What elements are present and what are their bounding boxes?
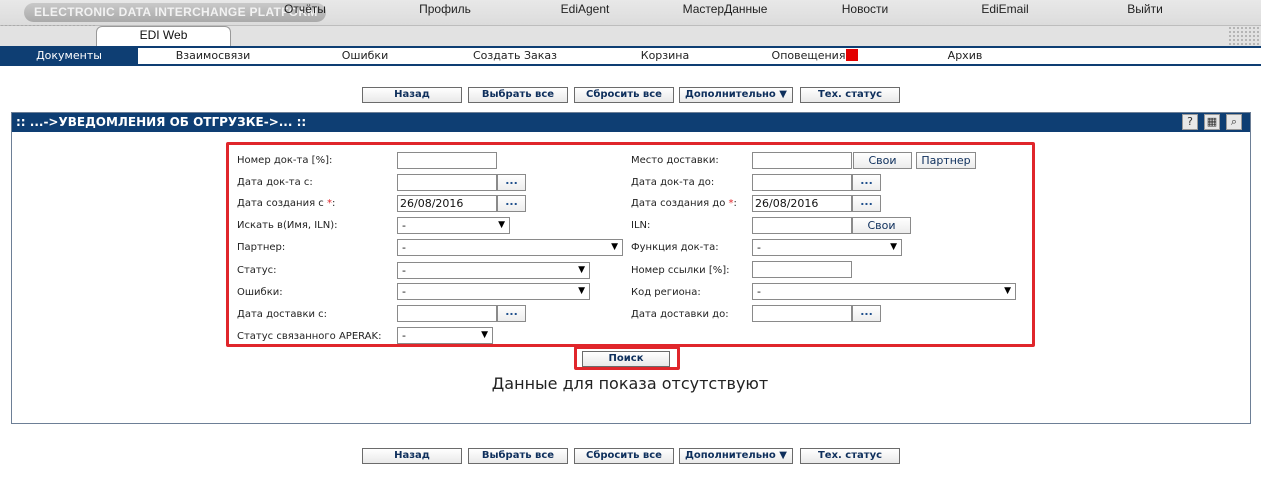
created-from-input[interactable]: 26/08/2016 — [397, 195, 497, 212]
panel-title: :: ...->УВЕДОМЛЕНИЯ ОБ ОТГРУЗКЕ->... :: — [12, 113, 1250, 132]
created-from-label: Дата создания с *: — [237, 198, 335, 209]
doc-date-to-picker-button[interactable]: ... — [852, 174, 881, 191]
iln-label: ILN: — [631, 220, 651, 231]
main-menu-item-profile[interactable]: Профиль — [380, 0, 510, 20]
status-select[interactable]: - ▼ — [397, 262, 590, 279]
created-from-picker-button[interactable]: ... — [497, 195, 526, 212]
doc-date-to-label: Дата док-та до: — [631, 177, 715, 188]
region-code-label: Код региона: — [631, 287, 701, 298]
partner-value: - — [402, 241, 406, 254]
dropdown-arrow-icon: ▼ — [890, 242, 897, 252]
sub-menu-item-documents[interactable]: Документы — [0, 46, 138, 66]
dropdown-arrow-icon: ▼ — [1004, 286, 1011, 296]
sub-menu-item-errors[interactable]: Ошибки — [300, 46, 430, 66]
sub-menu-item-relations[interactable]: Взаимосвязи — [148, 46, 278, 66]
main-menu-item-logout[interactable]: Выйти — [1080, 0, 1210, 20]
back-button[interactable]: Назад — [362, 87, 462, 103]
more-dropdown-button-bottom[interactable]: Дополнительно ▼ — [679, 448, 793, 464]
sub-menu-item-create-order[interactable]: Создать Заказ — [450, 46, 580, 66]
dropdown-arrow-icon: ▼ — [578, 265, 585, 275]
tech-status-button[interactable]: Тех. статус — [800, 87, 900, 103]
search-in-select[interactable]: - ▼ — [397, 217, 510, 234]
main-menu-item-news[interactable]: Новости — [800, 0, 930, 20]
delivery-place-partner-button[interactable]: Партнер — [916, 152, 976, 169]
decorative-dots-right — [1228, 26, 1261, 46]
back-button-bottom[interactable]: Назад — [362, 448, 462, 464]
created-to-label-text: Дата создания до — [631, 198, 729, 209]
search-in-label: Искать в(Имя, ILN): — [237, 220, 338, 231]
delivery-date-from-input[interactable] — [397, 305, 497, 322]
main-menu-item-ediemail[interactable]: EdiEmail — [940, 0, 1070, 20]
dropdown-arrow-icon: ▼ — [498, 220, 505, 230]
created-from-label-suffix: : — [331, 198, 336, 209]
region-code-value: - — [757, 285, 761, 298]
delivery-date-to-picker-button[interactable]: ... — [852, 305, 881, 322]
search-button[interactable]: Поиск — [582, 351, 670, 367]
dropdown-arrow-icon: ▼ — [611, 242, 618, 252]
reset-all-button-bottom[interactable]: Сбросить все — [574, 448, 674, 464]
doc-function-value: - — [757, 241, 761, 254]
created-from-label-text: Дата создания с — [237, 198, 327, 209]
sub-menu-item-cart[interactable]: Корзина — [600, 46, 730, 66]
ref-number-input[interactable] — [752, 261, 852, 278]
main-menu-item-ediweb[interactable]: EDI Web — [96, 26, 231, 46]
partner-label: Партнер: — [237, 242, 286, 253]
delivery-date-to-input[interactable] — [752, 305, 852, 322]
delivery-place-input[interactable] — [752, 152, 852, 169]
delivery-date-from-picker-button[interactable]: ... — [497, 305, 526, 322]
notification-flag-icon — [846, 49, 859, 61]
sub-menu-item-archive[interactable]: Архив — [900, 46, 1030, 66]
delivery-date-from-label: Дата доставки с: — [237, 309, 328, 320]
partner-select[interactable]: - ▼ — [397, 239, 623, 256]
doc-number-label: Номер док-та [%]: — [237, 155, 333, 166]
doc-date-from-picker-button[interactable]: ... — [497, 174, 526, 191]
doc-date-to-input[interactable] — [752, 174, 852, 191]
errors-select[interactable]: - ▼ — [397, 283, 590, 300]
main-menu-item-masterdata[interactable]: МастерДанные — [660, 0, 790, 20]
iln-own-button[interactable]: Свои — [852, 217, 911, 234]
ref-number-label: Номер ссылки [%]: — [631, 265, 730, 276]
select-all-button[interactable]: Выбрать все — [468, 87, 568, 103]
errors-label: Ошибки: — [237, 287, 283, 298]
main-menu-item-reports[interactable]: Отчёты — [240, 0, 370, 20]
doc-function-label: Функция док-та: — [631, 242, 719, 253]
reset-all-button[interactable]: Сбросить все — [574, 87, 674, 103]
notifications-label: Оповещения — [771, 49, 846, 62]
delivery-place-label: Место доставки: — [631, 155, 719, 166]
created-to-label: Дата создания до *: — [631, 198, 737, 209]
status-label: Статус: — [237, 265, 277, 276]
delivery-place-own-button[interactable]: Свои — [853, 152, 912, 169]
delivery-date-to-label: Дата доставки до: — [631, 309, 729, 320]
tech-status-button-bottom[interactable]: Тех. статус — [800, 448, 900, 464]
aperak-status-select[interactable]: - ▼ — [397, 327, 493, 344]
search-magnifier-icon[interactable]: ⌕ — [1226, 114, 1242, 130]
table-columns-icon[interactable]: ▦ — [1204, 114, 1220, 130]
select-all-button-bottom[interactable]: Выбрать все — [468, 448, 568, 464]
created-to-input[interactable]: 26/08/2016 — [752, 195, 852, 212]
dropdown-arrow-icon: ▼ — [578, 286, 585, 296]
more-dropdown-button[interactable]: Дополнительно ▼ — [679, 87, 793, 103]
search-in-value: - — [402, 219, 406, 232]
doc-date-from-input[interactable] — [397, 174, 497, 191]
help-icon[interactable]: ? — [1182, 114, 1198, 130]
aperak-status-label: Статус связанного APERAK: — [237, 331, 382, 342]
iln-input[interactable] — [752, 217, 852, 234]
aperak-status-value: - — [402, 329, 406, 342]
doc-function-select[interactable]: - ▼ — [752, 239, 902, 256]
dropdown-arrow-icon: ▼ — [481, 330, 488, 340]
created-to-label-suffix: : — [733, 198, 737, 209]
sub-menu-item-notifications[interactable]: Оповещения — [760, 46, 870, 66]
created-to-picker-button[interactable]: ... — [852, 195, 881, 212]
no-data-message: Данные для показа отсутствуют — [491, 374, 769, 393]
region-code-select[interactable]: - ▼ — [752, 283, 1016, 300]
doc-number-input[interactable] — [397, 152, 497, 169]
status-value: - — [402, 264, 406, 277]
main-menu-item-ediagent[interactable]: EdiAgent — [520, 0, 650, 20]
errors-value: - — [402, 285, 406, 298]
doc-date-from-label: Дата док-та с: — [237, 177, 313, 188]
